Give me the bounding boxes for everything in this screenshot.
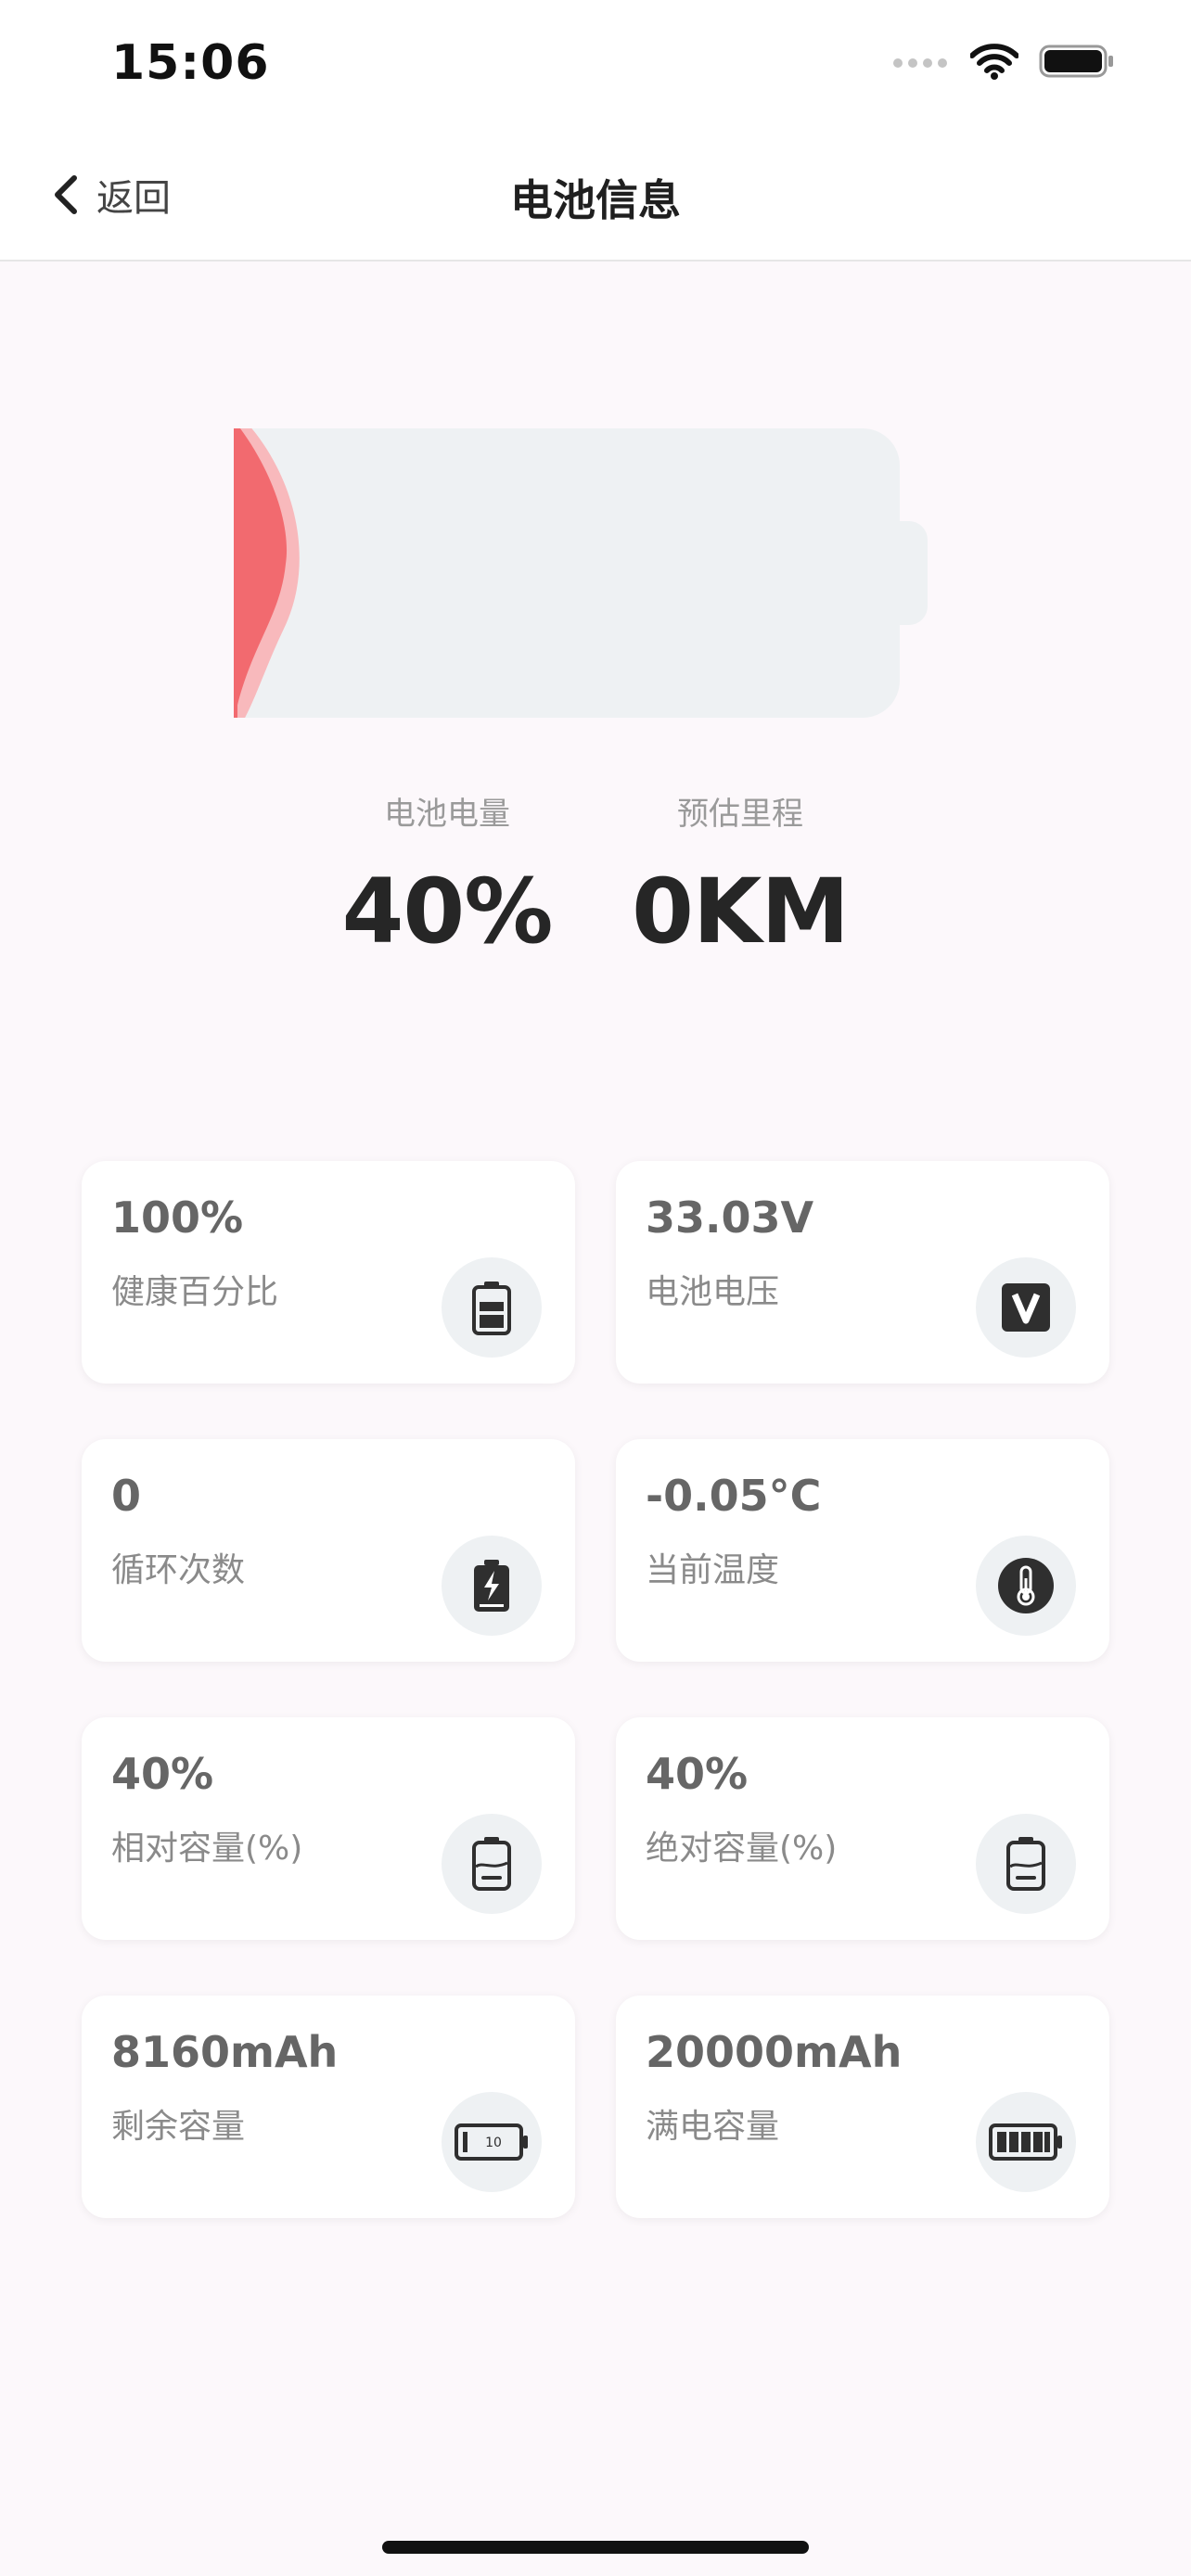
card-label: 剩余容量 bbox=[111, 2108, 246, 2146]
status-time: 15:06 bbox=[111, 35, 270, 91]
card-value: 8160mAh bbox=[111, 2027, 339, 2077]
status-bar: 15:06 bbox=[0, 0, 1191, 130]
card-voltage: 33.03V 电池电压 bbox=[616, 1161, 1109, 1384]
home-indicator[interactable] bbox=[382, 2541, 809, 2554]
card-value: 100% bbox=[111, 1192, 244, 1243]
nav-bar: 返回 电池信息 bbox=[0, 130, 1191, 261]
wifi-icon bbox=[970, 44, 1018, 80]
card-value: 0 bbox=[111, 1471, 142, 1521]
battery-health-icon bbox=[442, 1257, 542, 1358]
card-label: 绝对容量(%) bbox=[646, 1830, 838, 1868]
page-title: 电池信息 bbox=[510, 175, 681, 225]
battery-charging-icon bbox=[442, 1536, 542, 1636]
card-label: 当前温度 bbox=[646, 1551, 780, 1589]
battery-relative-icon bbox=[442, 1814, 542, 1914]
battery-full-icon bbox=[976, 2092, 1076, 2192]
cellular-signal-icon bbox=[893, 58, 947, 68]
card-value: 40% bbox=[111, 1749, 214, 1799]
card-value: 33.03V bbox=[646, 1192, 814, 1243]
charge-stat: 电池电量 40% bbox=[299, 788, 596, 963]
card-health: 100% 健康百分比 bbox=[82, 1161, 575, 1384]
range-value: 0KM bbox=[632, 860, 850, 963]
thermometer-icon bbox=[976, 1536, 1076, 1636]
battery-level-graphic bbox=[234, 428, 928, 718]
card-label: 相对容量(%) bbox=[111, 1830, 303, 1868]
status-icons bbox=[892, 43, 1115, 80]
card-label: 健康百分比 bbox=[111, 1273, 279, 1311]
battery-body bbox=[237, 428, 928, 718]
battery-status-icon bbox=[1039, 45, 1113, 78]
charge-value: 40% bbox=[341, 860, 554, 963]
card-label: 满电容量 bbox=[646, 2108, 780, 2146]
card-value: 20000mAh bbox=[646, 2027, 903, 2077]
battery-stats: 电池电量 40% 预估里程 0KM bbox=[0, 788, 1191, 974]
card-label: 电池电压 bbox=[646, 1273, 780, 1311]
card-full-capacity: 20000mAh 满电容量 bbox=[616, 1996, 1109, 2218]
card-remaining-capacity: 8160mAh 剩余容量 10 bbox=[82, 1996, 575, 2218]
card-absolute-capacity: 40% 绝对容量(%) bbox=[616, 1717, 1109, 1940]
card-temperature: -0.05°C 当前温度 bbox=[616, 1439, 1109, 1662]
range-stat: 预估里程 0KM bbox=[592, 788, 889, 963]
charge-label: 电池电量 bbox=[384, 796, 510, 833]
card-cycles: 0 循环次数 bbox=[82, 1439, 575, 1662]
battery-absolute-icon bbox=[976, 1814, 1076, 1914]
range-label: 预估里程 bbox=[677, 796, 803, 833]
battery-remaining-icon: 10 bbox=[442, 2092, 542, 2192]
battery-remaining-icon-text: 10 bbox=[485, 2136, 502, 2150]
card-relative-capacity: 40% 相对容量(%) bbox=[82, 1717, 575, 1940]
card-value: 40% bbox=[646, 1749, 749, 1799]
card-label: 循环次数 bbox=[111, 1551, 246, 1589]
voltage-icon bbox=[976, 1257, 1076, 1358]
card-value: -0.05°C bbox=[646, 1471, 822, 1521]
